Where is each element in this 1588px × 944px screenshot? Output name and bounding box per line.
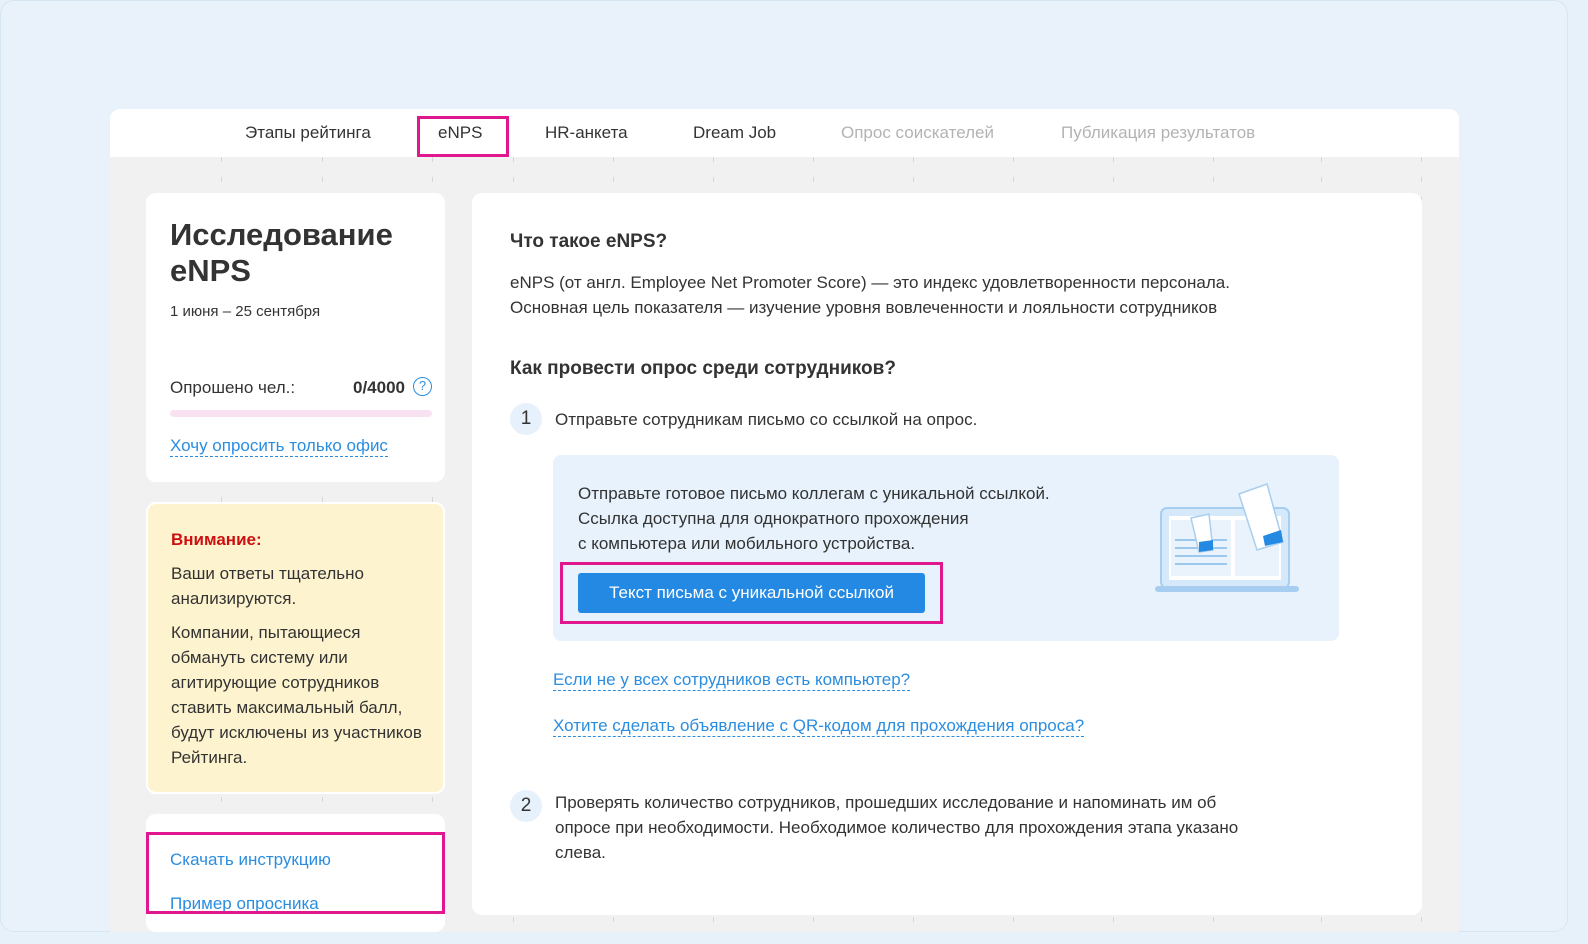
study-title: Исследование eNPS xyxy=(170,217,393,288)
step-2-number: 2 xyxy=(510,790,542,822)
app-window: Этапы рейтинга eNPS HR-анкета Dream Job … xyxy=(110,109,1459,932)
tab-bar: Этапы рейтинга eNPS HR-анкета Dream Job … xyxy=(110,109,1459,157)
step-1-number: 1 xyxy=(510,403,542,435)
email-infobox: Отправьте готовое письмо коллегам с уник… xyxy=(553,455,1339,641)
infobox-line-2: Ссылка доступна для однократного прохожд… xyxy=(578,509,969,528)
tab-results-publication[interactable]: Публикация результатов xyxy=(1061,123,1255,143)
what-is-enps-text-2: Основная цель показателя — изучение уров… xyxy=(510,298,1218,317)
polled-label: Опрошено чел.: xyxy=(170,378,296,397)
infobox-line-1: Отправьте готовое письмо коллегам с уник… xyxy=(578,484,1050,503)
study-card: Исследование eNPS 1 июня – 25 сентября О… xyxy=(146,193,445,482)
polled-progress-bar xyxy=(170,410,432,417)
tab-dream-job[interactable]: Dream Job xyxy=(693,123,776,143)
laptop-letter-illustration-icon xyxy=(1155,483,1299,592)
active-tab-highlight xyxy=(417,116,509,157)
tab-hr-survey[interactable]: HR-анкета xyxy=(545,123,628,143)
tab-candidate-survey[interactable]: Опрос соискателей xyxy=(841,123,994,143)
warning-title: Внимание: xyxy=(171,530,262,549)
email-text-button[interactable]: Текст письма с уникальной ссылкой xyxy=(578,573,925,613)
infobox-line-3: с компьютера или мобильного устройства. xyxy=(578,534,916,553)
step-1-text: Отправьте сотрудникам письмо со ссылкой … xyxy=(555,410,978,429)
warning-text-2: Компании, пытающиеся обмануть систему ил… xyxy=(171,623,422,767)
tab-rating-stages[interactable]: Этапы рейтинга xyxy=(245,123,371,143)
qr-code-link[interactable]: Хотите сделать объявление с QR-кодом для… xyxy=(553,716,1085,737)
warning-card: Внимание: Ваши ответы тщательно анализир… xyxy=(146,502,445,794)
main-card: Что такое eNPS? eNPS (от англ. Employee … xyxy=(472,193,1422,915)
infobox-text: Отправьте готовое письмо коллегам с уник… xyxy=(578,481,1098,556)
step-2-text: Проверять количество сотрудников, прошед… xyxy=(555,793,1239,862)
what-is-enps-heading: Что такое eNPS? xyxy=(510,231,668,252)
help-icon[interactable]: ? xyxy=(413,377,432,396)
no-computer-link[interactable]: Если не у всех сотрудников есть компьюте… xyxy=(553,670,911,691)
warning-text-1: Ваши ответы тщательно анализируются. xyxy=(171,564,364,608)
links-highlight xyxy=(146,832,445,914)
how-to-survey-heading: Как провести опрос среди сотрудников? xyxy=(510,358,896,379)
what-is-enps-text-1: eNPS (от англ. Employee Net Promoter Sco… xyxy=(510,273,1230,292)
polled-value: 0/4000 xyxy=(353,378,405,397)
study-dates: 1 июня – 25 сентября xyxy=(170,303,321,320)
survey-office-only-link[interactable]: Хочу опросить только офис xyxy=(170,436,388,457)
